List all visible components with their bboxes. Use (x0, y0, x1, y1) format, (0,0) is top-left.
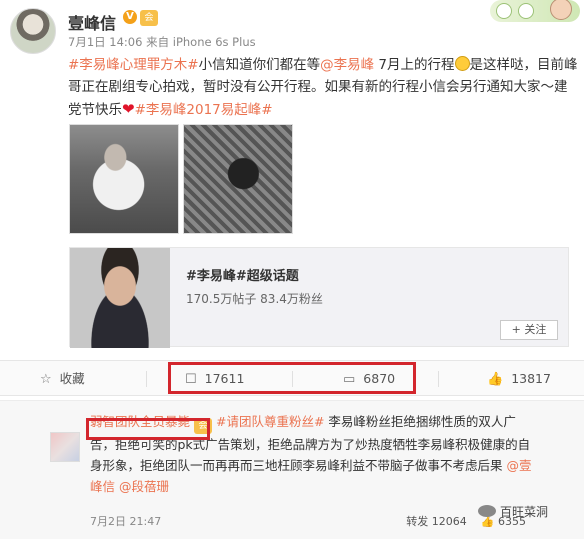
super-topic-card[interactable]: #李易峰#超级话题 170.5万帖子 83.4万粉丝 + 关注 (69, 247, 569, 348)
highlight-box-commenter (86, 418, 210, 440)
thumb-up-icon: 👍 (487, 372, 504, 387)
mention-link[interactable]: @李易峰 (320, 57, 374, 73)
post-content: #李易峰心理罪方木#小信知道你们都在等@李易峰 7月上的行程 是这样哒，目前峰哥正… (68, 54, 580, 121)
sticker-dot-icon (496, 3, 512, 19)
post-source-device[interactable]: iPhone 6s Plus (173, 35, 256, 49)
verified-badge-icon: V (123, 10, 137, 24)
post-source-prefix: 来自 (146, 35, 170, 49)
watermark-icon (478, 505, 496, 517)
vip-badge-icon: 会 (140, 10, 158, 26)
sticker-face-icon (550, 0, 572, 20)
post-text: 小信知道你们都在等 (198, 57, 321, 73)
topic-thumbnail (70, 248, 170, 348)
watermark: 百旺菜洞 (478, 503, 548, 520)
comment-repost-label[interactable]: 转发 12064 (406, 515, 467, 528)
post-text: 7月上的行程 (374, 57, 455, 73)
post-username[interactable]: 壹峰信 (68, 10, 116, 34)
hashtag-link[interactable]: #李易峰心理罪方木# (68, 57, 199, 73)
profile-sticker (490, 0, 580, 22)
like-count: 13817 (511, 371, 551, 386)
hashtag-link[interactable]: #李易峰2017易起峰# (135, 102, 273, 118)
sticker-dot-icon (518, 3, 534, 19)
star-icon: ☆ (40, 372, 52, 387)
collect-button[interactable]: ☆ 收藏 (40, 361, 85, 397)
user-avatar[interactable] (10, 8, 56, 54)
post-photo-1[interactable] (69, 124, 179, 234)
watermark-text: 百旺菜洞 (500, 505, 549, 519)
commenter-avatar[interactable] (50, 432, 80, 462)
heart-emoji-icon: ❤ (122, 100, 135, 118)
divider (438, 371, 439, 387)
post-timestamp[interactable]: 7月1日 14:06 (68, 35, 142, 49)
divider (146, 371, 147, 387)
collect-label: 收藏 (59, 371, 85, 386)
weibo-post: 壹峰信 V 会 7月1日 14:06 来自 iPhone 6s Plus #李易… (0, 0, 584, 360)
topic-title: #李易峰#超级话题 (186, 269, 299, 284)
comment-time: 7月2日 21:47 (90, 515, 162, 528)
post-meta: 7月1日 14:06 来自 iPhone 6s Plus (68, 34, 256, 50)
highlight-box-repost-comment (168, 362, 416, 394)
mention-link[interactable]: @段蓓珊 (119, 479, 169, 494)
follow-button[interactable]: + 关注 (500, 320, 558, 340)
post-photo-2[interactable] (183, 124, 293, 234)
like-button[interactable]: 👍 13817 (487, 361, 551, 397)
laugh-emoji-icon (454, 56, 470, 71)
topic-stats: 170.5万帖子 83.4万粉丝 (186, 292, 323, 306)
hashtag-link[interactable]: #请团队尊重粉丝# (216, 414, 324, 429)
